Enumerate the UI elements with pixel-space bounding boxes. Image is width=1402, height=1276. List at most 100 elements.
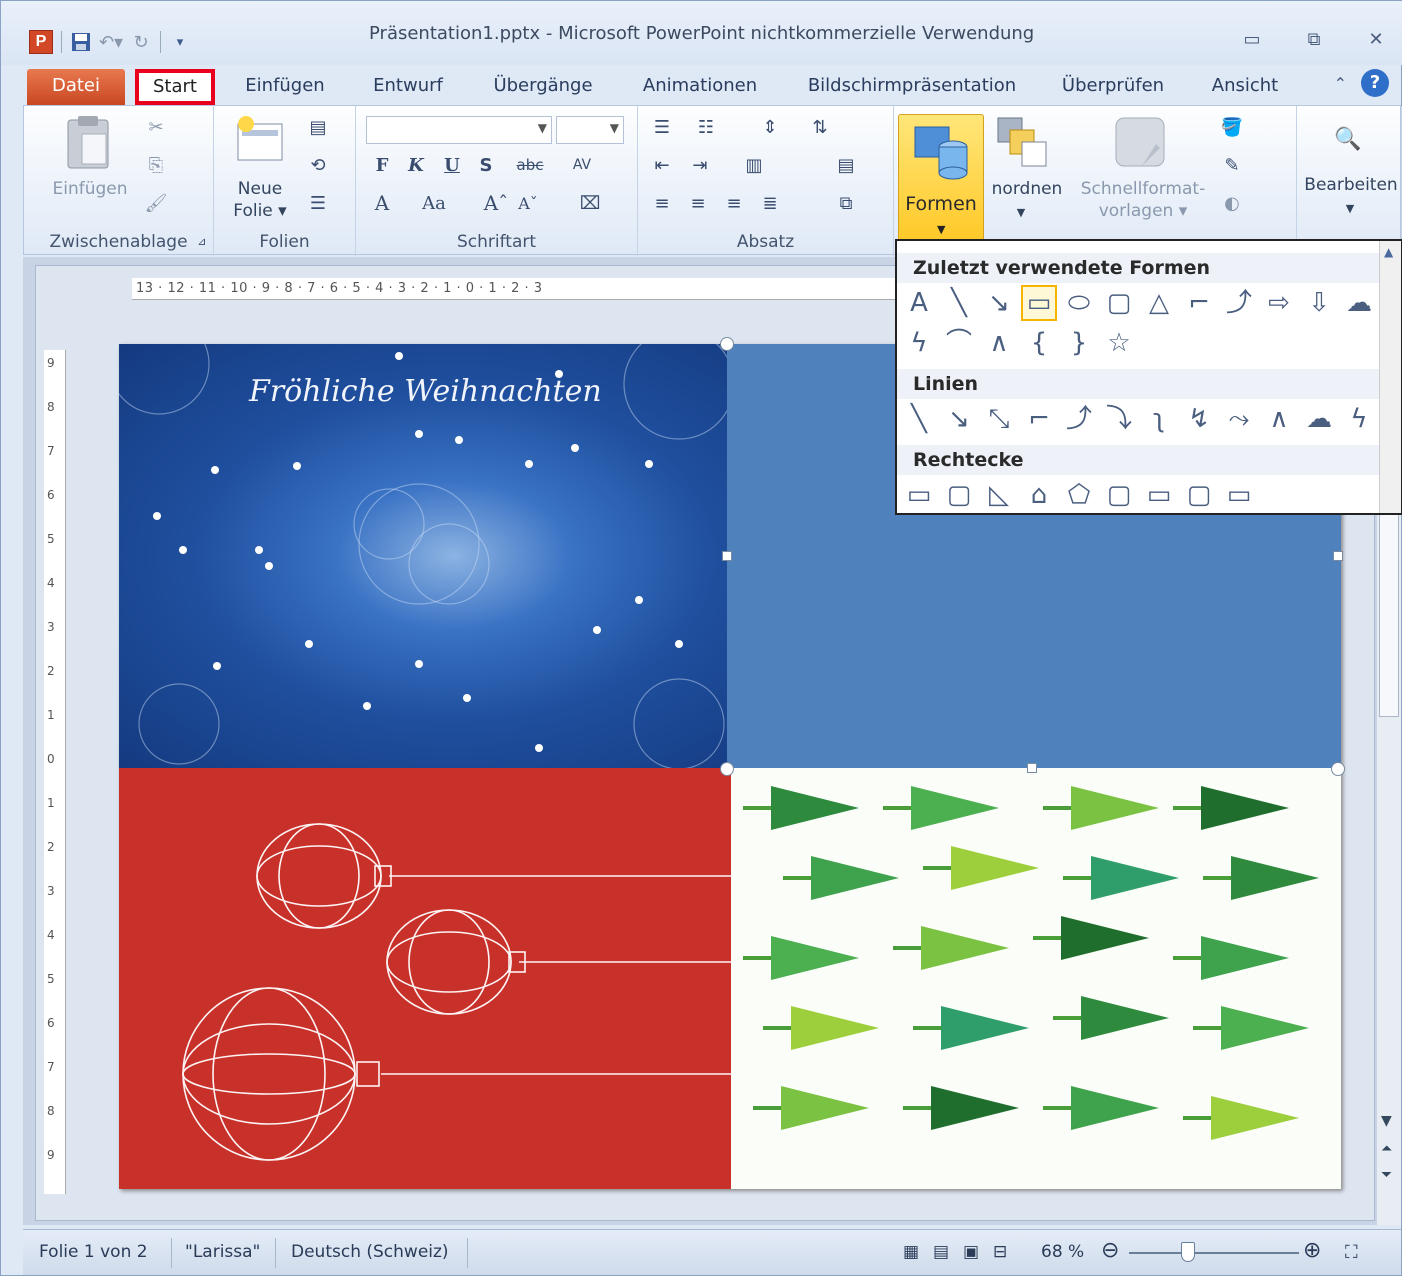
zoom-slider-thumb[interactable] <box>1181 1242 1195 1262</box>
shape-option[interactable]: ⌒ <box>941 325 977 361</box>
reading-view-icon[interactable]: ▣ <box>963 1242 979 1262</box>
tab-animations[interactable]: Animationen <box>635 69 765 105</box>
selection-handle[interactable] <box>720 762 734 776</box>
shrink-font-icon[interactable]: Aˇ <box>516 192 540 214</box>
tab-start[interactable]: Start <box>135 69 215 105</box>
smartart-icon[interactable]: ⧉ <box>834 192 858 214</box>
layout-icon[interactable]: ▤ <box>306 116 330 138</box>
shape-option[interactable]: ⌂ <box>1021 477 1057 513</box>
shape-option[interactable]: ∧ <box>981 325 1017 361</box>
shape-option[interactable]: ☁ <box>1301 401 1337 437</box>
normal-view-icon[interactable]: ▦ <box>903 1242 919 1262</box>
font-name-combo[interactable]: ▼ <box>366 116 552 144</box>
shape-option[interactable]: { <box>1021 325 1057 361</box>
shape-option[interactable]: ⇩ <box>1301 285 1337 321</box>
shape-option[interactable]: } <box>1061 325 1097 361</box>
shape-option[interactable]: △ <box>1141 285 1177 321</box>
columns-icon[interactable]: ▥ <box>742 154 766 176</box>
shape-option[interactable]: ↘ <box>981 285 1017 321</box>
bullets-icon[interactable]: ☰ <box>650 116 674 138</box>
binoculars-icon[interactable]: 🔍 <box>1333 124 1363 154</box>
shape-option[interactable]: ⬠ <box>1061 477 1097 513</box>
shape-option[interactable]: ⇨ <box>1261 285 1297 321</box>
selection-handle[interactable] <box>1333 551 1343 561</box>
align-left-icon[interactable]: ≡ <box>650 192 674 214</box>
scroll-down-icon[interactable]: ▼ <box>1381 1113 1392 1129</box>
shape-option[interactable]: ʅ <box>1141 401 1177 437</box>
restore-icon[interactable]: ⧉ <box>1299 25 1329 53</box>
shape-option[interactable]: ϟ <box>901 325 937 361</box>
save-icon[interactable] <box>70 31 92 53</box>
minimize-ribbon-icon[interactable]: ⌃ <box>1334 74 1347 93</box>
clear-format-icon[interactable]: ⌧ <box>578 192 602 214</box>
christmas-trees-picture[interactable] <box>731 768 1341 1189</box>
scroll-thumb[interactable] <box>1379 507 1399 717</box>
shape-option[interactable]: ⤳ <box>1221 401 1257 437</box>
shape-option[interactable]: ▭ <box>1021 285 1057 321</box>
powerpoint-logo-icon[interactable]: P <box>29 30 53 54</box>
tab-slideshow[interactable]: Bildschirmpräsentation <box>797 69 1027 105</box>
align-text-icon[interactable]: ▤ <box>834 154 858 176</box>
tab-insert[interactable]: Einfügen <box>235 69 335 105</box>
shape-option[interactable]: ▢ <box>1101 285 1137 321</box>
snowflake-picture[interactable]: Fröhliche Weihnachten <box>119 344 727 768</box>
align-right-icon[interactable]: ≡ <box>722 192 746 214</box>
zoom-level[interactable]: 68 % <box>1041 1242 1084 1262</box>
increase-indent-icon[interactable]: ⇥ <box>688 154 712 176</box>
zoom-out-icon[interactable]: ⊖ <box>1101 1238 1119 1263</box>
shape-option[interactable]: ▭ <box>1221 477 1257 513</box>
justify-icon[interactable]: ≣ <box>758 192 782 214</box>
zoom-slider-track[interactable] <box>1129 1252 1299 1254</box>
minimize-icon[interactable]: ▭ <box>1237 25 1267 53</box>
undo-icon[interactable]: ↶▾ <box>99 31 123 53</box>
paste-button[interactable]: Einfügen <box>40 178 140 200</box>
shape-option[interactable]: ↘ <box>941 401 977 437</box>
decrease-indent-icon[interactable]: ⇤ <box>650 154 674 176</box>
shape-option[interactable]: ╲ <box>941 285 977 321</box>
shape-option[interactable]: ▭ <box>901 477 937 513</box>
theme-name[interactable]: "Larissa" <box>185 1242 260 1262</box>
shape-option[interactable]: ⤴ <box>1221 285 1257 321</box>
shape-option[interactable]: ▭ <box>1141 477 1177 513</box>
slideshow-view-icon[interactable]: ⊟ <box>993 1242 1007 1262</box>
shape-option[interactable]: ⤵ <box>1101 401 1137 437</box>
shape-option[interactable]: ⤴ <box>1061 401 1097 437</box>
scroll-up-icon[interactable]: ▲ <box>1384 245 1393 259</box>
reset-icon[interactable]: ⟲ <box>306 154 330 176</box>
quick-styles-icon[interactable] <box>1112 114 1168 177</box>
editing-button[interactable]: Bearbeiten <box>1301 174 1401 196</box>
shape-option[interactable]: ▢ <box>1101 477 1137 513</box>
fit-to-window-icon[interactable]: ⛶ <box>1345 1242 1358 1263</box>
quick-styles-label-2[interactable]: vorlagen ▾ <box>1074 200 1212 222</box>
selection-handle[interactable] <box>1331 762 1345 776</box>
tab-file[interactable]: Datei <box>27 69 125 105</box>
arrange-icon[interactable] <box>996 116 1050 175</box>
shape-option[interactable]: ⬭ <box>1061 285 1097 321</box>
line-spacing-icon[interactable]: ⇕ <box>758 116 782 138</box>
shape-option[interactable]: ⌐ <box>1181 285 1217 321</box>
bold-button[interactable]: F <box>370 154 394 176</box>
new-slide-label-2[interactable]: Folie ▾ <box>224 200 296 222</box>
italic-button[interactable]: K <box>404 154 428 176</box>
font-size-combo[interactable]: ▼ <box>556 116 624 144</box>
grow-font-icon[interactable]: Aˆ <box>484 191 508 215</box>
selection-handle[interactable] <box>720 337 734 351</box>
text-direction-icon[interactable]: ⇅ <box>808 116 832 138</box>
font-color-icon[interactable]: A <box>370 191 394 215</box>
shape-option[interactable]: ▢ <box>1181 477 1217 513</box>
numbering-icon[interactable]: ☷ <box>694 116 718 138</box>
underline-button[interactable]: U <box>440 154 464 176</box>
previous-slide-icon[interactable]: ⏶ <box>1381 1141 1392 1157</box>
shape-outline-icon[interactable]: ✎ <box>1220 154 1244 176</box>
shape-option[interactable]: ◺ <box>981 477 1017 513</box>
tab-design[interactable]: Entwurf <box>363 69 453 105</box>
section-icon[interactable]: ☰ <box>306 192 330 214</box>
new-slide-icon[interactable] <box>234 114 286 171</box>
next-slide-icon[interactable]: ⏷ <box>1381 1167 1392 1183</box>
shape-effects-icon[interactable]: ◐ <box>1220 192 1244 214</box>
slide-sorter-icon[interactable]: ▤ <box>933 1242 949 1262</box>
ornaments-picture[interactable] <box>119 768 731 1189</box>
dialog-launcher-icon[interactable]: ⊿ <box>190 230 214 252</box>
shape-option[interactable]: ⤡ <box>981 401 1017 437</box>
shape-option[interactable]: A <box>901 285 937 321</box>
